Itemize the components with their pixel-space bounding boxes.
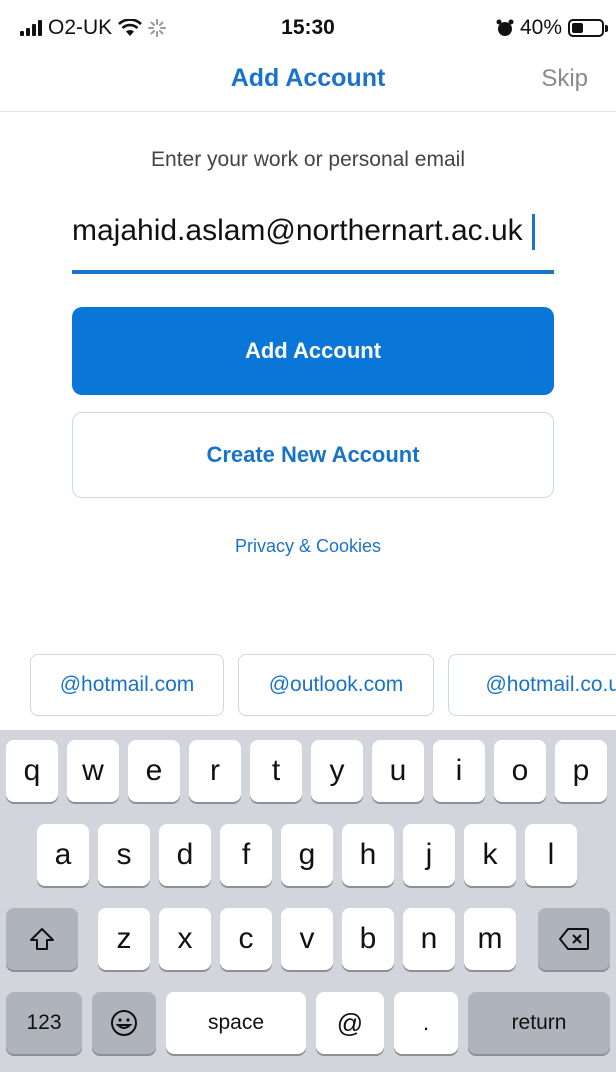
email-field[interactable] [72,206,554,274]
key-a[interactable]: a [37,824,89,886]
domain-suggestions: @hotmail.com @outlook.com @hotmail.co.uk [0,654,616,716]
suggestion-chip-outlook[interactable]: @outlook.com [238,654,434,716]
alarm-icon [496,19,514,36]
key-v[interactable]: v [281,908,333,970]
numbers-key[interactable]: 123 [6,992,82,1054]
shift-key[interactable] [6,908,78,970]
key-b[interactable]: b [342,908,394,970]
keyboard: q w e r t y u i o p a s d f g h j k l z … [0,730,616,1072]
add-account-button[interactable]: Add Account [72,307,554,395]
at-key[interactable]: @ [316,992,384,1054]
key-w[interactable]: w [67,740,119,802]
key-d[interactable]: d [159,824,211,886]
key-c[interactable]: c [220,908,272,970]
emoji-icon [111,1010,137,1036]
key-f[interactable]: f [220,824,272,886]
key-g[interactable]: g [281,824,333,886]
key-p[interactable]: p [555,740,607,802]
navigation-bar: Add Account Skip [0,52,616,112]
emoji-key[interactable] [92,992,156,1054]
status-bar: O2-UK 15:30 40% [0,0,616,52]
key-x[interactable]: x [159,908,211,970]
battery-percent: 40% [519,16,562,39]
key-i[interactable]: i [433,740,485,802]
shift-icon [30,928,54,950]
battery-icon [568,19,608,37]
key-u[interactable]: u [372,740,424,802]
delete-key[interactable] [538,908,610,970]
key-s[interactable]: s [98,824,150,886]
key-y[interactable]: y [311,740,363,802]
create-new-account-button[interactable]: Create New Account [72,412,554,498]
key-o[interactable]: o [494,740,546,802]
key-h[interactable]: h [342,824,394,886]
email-prompt: Enter your work or personal email [151,148,465,171]
suggestion-chip-hotmail-co-uk[interactable]: @hotmail.co.uk [448,654,616,716]
status-right: 40% [496,16,608,40]
key-z[interactable]: z [98,908,150,970]
key-k[interactable]: k [464,824,516,886]
backspace-icon [559,928,589,950]
key-n[interactable]: n [403,908,455,970]
page-title: Add Account [230,64,386,92]
key-r[interactable]: r [189,740,241,802]
key-j[interactable]: j [403,824,455,886]
space-key[interactable]: space [166,992,306,1054]
privacy-cookies-link[interactable]: Privacy & Cookies [0,536,616,557]
text-caret [532,214,535,250]
skip-button[interactable]: Skip [541,65,588,93]
key-e[interactable]: e [128,740,180,802]
suggestion-chip-hotmail[interactable]: @hotmail.com [30,654,224,716]
email-input[interactable] [72,206,554,248]
key-t[interactable]: t [250,740,302,802]
return-key[interactable]: return [468,992,610,1054]
key-m[interactable]: m [464,908,516,970]
key-q[interactable]: q [6,740,58,802]
dot-key[interactable]: . [394,992,458,1054]
key-l[interactable]: l [525,824,577,886]
